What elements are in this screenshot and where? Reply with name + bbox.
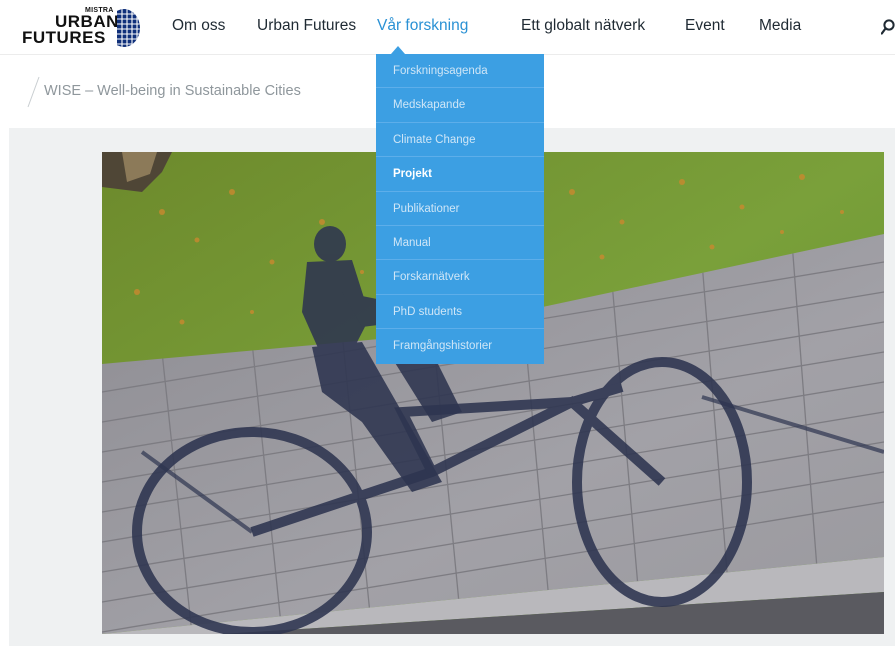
nav-event[interactable]: Event (685, 17, 725, 35)
breadcrumb-separator-icon (27, 76, 40, 108)
nav-var-forskning[interactable]: Vår forskning (377, 17, 468, 35)
logo-futures-text: FUTURES (22, 28, 106, 47)
dropdown-item-forskarnatverk[interactable]: Forskarnätverk (376, 260, 544, 295)
nav-om-oss[interactable]: Om oss (172, 17, 225, 35)
nav-media[interactable]: Media (759, 17, 801, 35)
globe-icon (117, 9, 140, 47)
mistra-urban-futures-logo[interactable]: MISTRA URBAN FUTURES (22, 6, 142, 50)
dropdown-item-medskapande[interactable]: Medskapande (376, 88, 544, 123)
dropdown-item-phd-students[interactable]: PhD students (376, 295, 544, 330)
dropdown-item-publikationer[interactable]: Publikationer (376, 192, 544, 226)
dropdown-item-manual[interactable]: Manual (376, 226, 544, 261)
search-icon[interactable] (881, 19, 895, 35)
dropdown-item-climate-change[interactable]: Climate Change (376, 123, 544, 158)
nav-ett-globalt-natverk[interactable]: Ett globalt nätverk (521, 17, 645, 35)
var-forskning-dropdown: Forskningsagenda Medskapande Climate Cha… (376, 54, 544, 364)
site-header: MISTRA URBAN FUTURES Om oss Urban Future… (0, 0, 895, 55)
breadcrumb-current: WISE – Well-being in Sustainable Cities (44, 83, 301, 99)
dropdown-item-projekt[interactable]: Projekt (376, 157, 544, 192)
dropdown-item-framgangshistorier[interactable]: Framgångshistorier (376, 329, 544, 363)
dropdown-item-forskningsagenda[interactable]: Forskningsagenda (376, 54, 544, 89)
dropdown-caret (391, 46, 405, 54)
nav-urban-futures[interactable]: Urban Futures (257, 17, 356, 35)
